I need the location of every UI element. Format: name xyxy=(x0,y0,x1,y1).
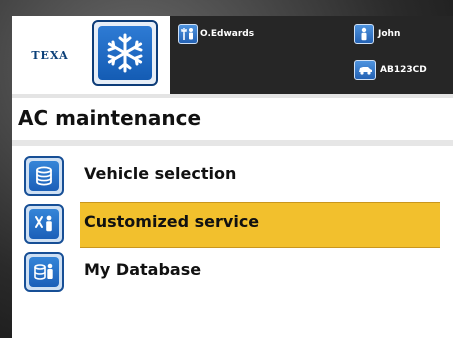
vehicle-plate: AB123CD xyxy=(380,65,427,75)
tools-person-icon xyxy=(24,204,64,244)
session-info-panel: O.Edwards John AB123CD xyxy=(170,16,453,94)
wrench-person-icon xyxy=(178,24,198,44)
texa-logo: TEXA xyxy=(18,24,82,86)
menu-item-label: Customized service xyxy=(84,212,260,231)
title-divider xyxy=(12,140,453,146)
car-icon xyxy=(354,60,376,80)
database-person-icon xyxy=(24,252,64,292)
snowflake-icon xyxy=(98,26,152,80)
database-icon xyxy=(24,156,64,196)
menu-item-label: My Database xyxy=(84,260,202,279)
top-bar: TEXA O.Edwards John AB123CD xyxy=(12,16,453,94)
header-divider xyxy=(12,94,453,98)
menu-item-label: Vehicle selection xyxy=(84,164,237,183)
menu-item-vehicle-selection[interactable]: Vehicle selection xyxy=(12,152,453,200)
page-title: AC maintenance xyxy=(18,106,202,130)
brand-text: TEXA xyxy=(31,48,69,62)
device-screen: TEXA O.Edwards John AB123CD AC maintenan… xyxy=(12,16,453,338)
menu-item-my-database[interactable]: My Database xyxy=(12,248,453,296)
operator-name: O.Edwards xyxy=(200,29,255,39)
menu-item-customized-service[interactable]: Customized service xyxy=(12,200,453,248)
ac-app-tile[interactable] xyxy=(92,20,158,86)
person-icon xyxy=(354,24,374,44)
customer-name: John xyxy=(378,29,401,39)
